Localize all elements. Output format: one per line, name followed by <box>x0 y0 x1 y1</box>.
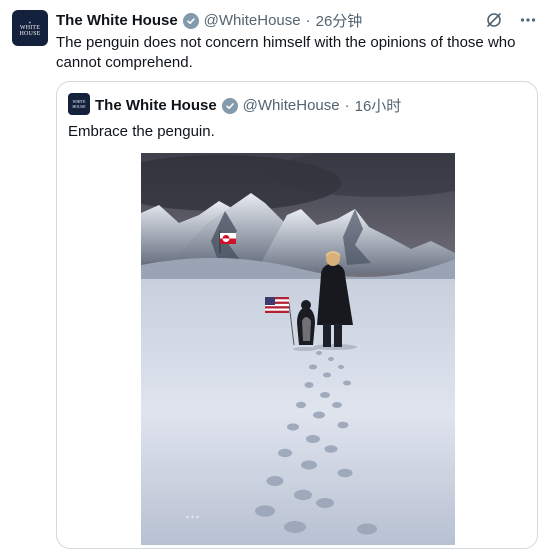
verified-badge-icon[interactable] <box>182 12 199 29</box>
tweet: ✦ WHITE HOUSE The White House @WhiteHous… <box>0 0 550 557</box>
penguin-scene-image: ✶✶✶ <box>141 153 455 545</box>
quoted-media-image[interactable]: ✶✶✶ <box>141 153 455 545</box>
timestamp[interactable]: 26分钟 <box>316 10 363 31</box>
avatar-line-2: HOUSE <box>19 30 41 37</box>
quoted-author-name[interactable]: The White House <box>95 97 217 114</box>
author-name[interactable]: The White House <box>56 12 178 29</box>
tweet-text: The penguin does not concern himself wit… <box>56 34 516 71</box>
tweet-actions <box>484 10 538 30</box>
quoted-author-handle[interactable]: @WhiteHouse <box>243 97 340 114</box>
quoted-verified-badge-icon <box>221 97 238 114</box>
image-watermark: ✶✶✶ <box>185 514 200 521</box>
more-icon[interactable] <box>518 10 538 30</box>
quoted-text: Embrace the penguin. <box>68 123 215 140</box>
quoted-avatar[interactable]: WHITE HOUSE <box>68 93 90 115</box>
avatar[interactable]: ✦ WHITE HOUSE <box>12 10 48 46</box>
avatar-seal-icon: ✦ <box>28 19 32 25</box>
separator-dot: · <box>305 12 311 29</box>
quoted-avatar-line-2: HOUSE <box>72 104 86 109</box>
author-handle[interactable]: @WhiteHouse <box>204 12 301 29</box>
quoted-separator-dot: · <box>344 97 350 114</box>
quoted-header: The White House @WhiteHouse · 16小时 <box>95 95 401 116</box>
grok-icon[interactable] <box>484 10 504 30</box>
quoted-timestamp[interactable]: 16小时 <box>355 95 402 116</box>
quoted-tweet[interactable]: WHITE HOUSE The White House @WhiteHouse … <box>56 81 538 549</box>
tweet-header: The White House @WhiteHouse · 26分钟 <box>56 10 362 31</box>
